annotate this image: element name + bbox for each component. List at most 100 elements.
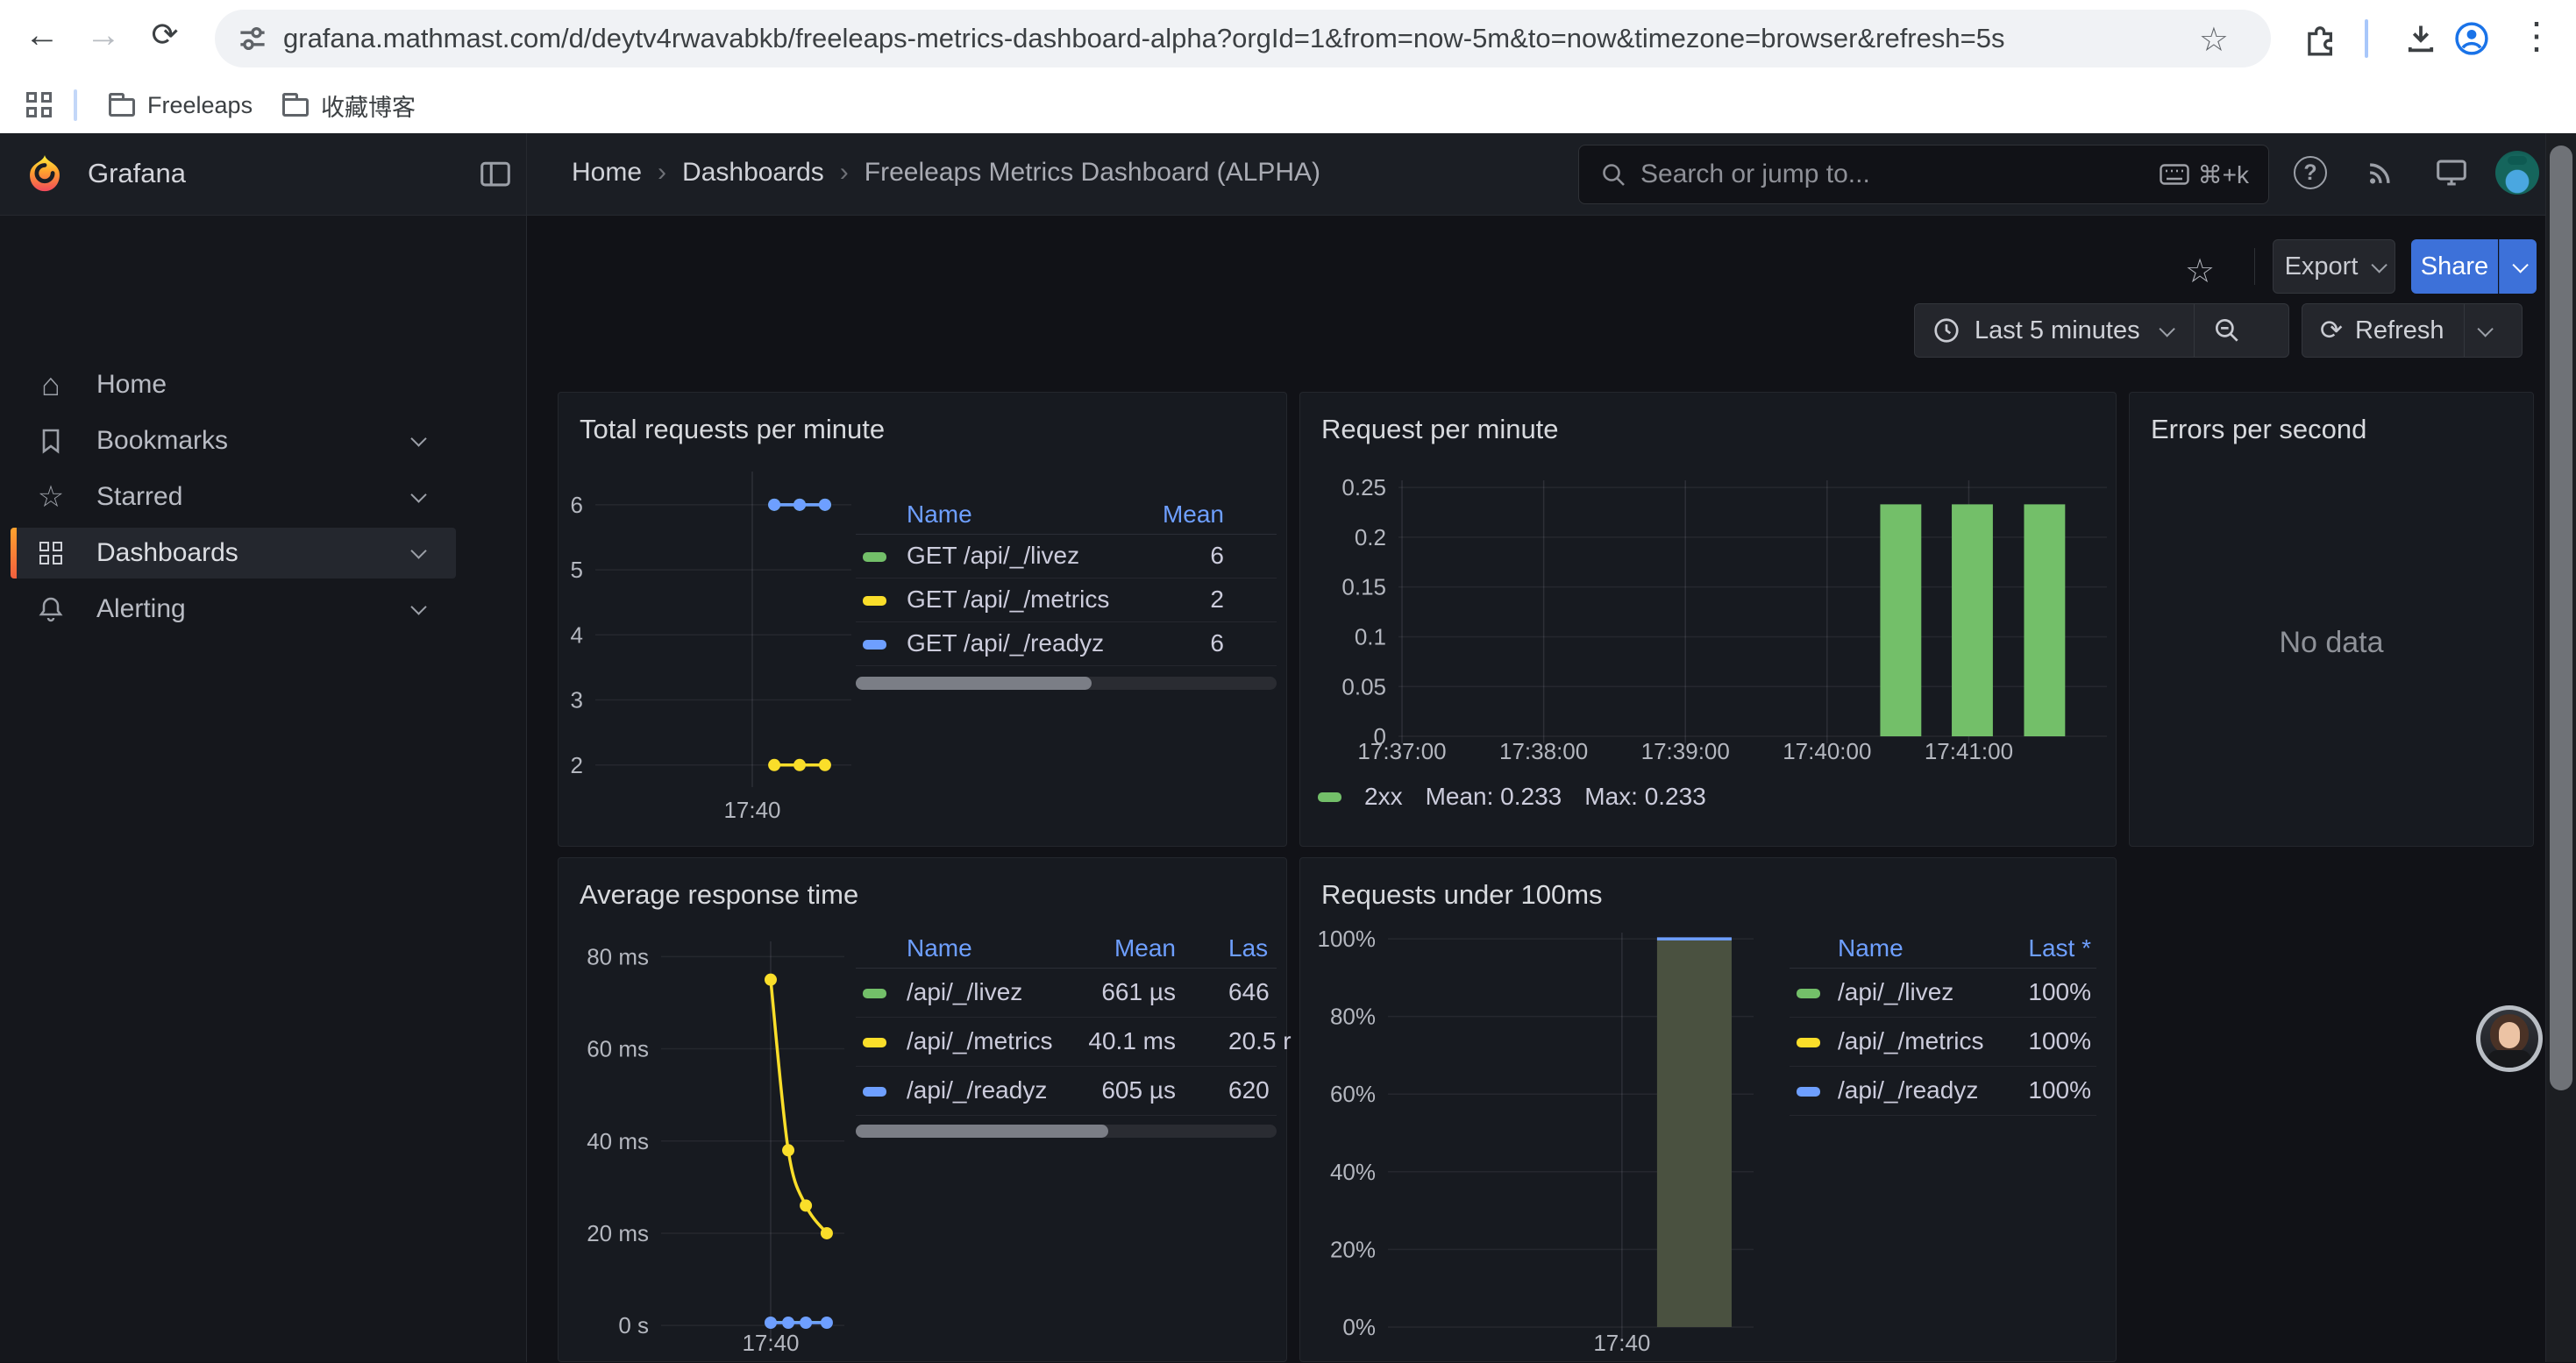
data-point[interactable] <box>819 499 831 511</box>
data-point[interactable] <box>768 499 780 511</box>
legend-row[interactable]: GET /api/_/readyz6 <box>856 622 1277 666</box>
data-point[interactable] <box>819 759 831 771</box>
downloads-icon[interactable] <box>2401 18 2441 59</box>
legend-row[interactable]: GET /api/_/livez6 <box>856 535 1277 579</box>
series-swatch[interactable] <box>863 552 886 562</box>
sidebar-item-label: Alerting <box>96 594 186 624</box>
address-bar[interactable]: grafana.mathmast.com/d/deytv4rwavabkb/fr… <box>215 10 2271 67</box>
share-dropdown-button[interactable] <box>2499 239 2537 294</box>
legend-column-header[interactable]: Mean <box>1163 500 1224 529</box>
brand-label[interactable]: Grafana <box>88 158 186 189</box>
data-point[interactable] <box>793 759 806 771</box>
browser-back-icon[interactable]: ← <box>19 16 65 55</box>
data-point[interactable] <box>800 1317 812 1329</box>
browser-reload-icon[interactable]: ⟳ <box>142 16 188 53</box>
data-point[interactable] <box>821 1227 833 1239</box>
legend-row[interactable]: /api/_/readyz605 µs620 <box>856 1067 1277 1116</box>
data-point[interactable] <box>800 1199 812 1211</box>
chevron-down-icon[interactable] <box>413 601 424 617</box>
legend-scrollbar-thumb[interactable] <box>856 677 1092 690</box>
data-point[interactable] <box>782 1317 794 1329</box>
legend-scrollbar[interactable] <box>856 677 1277 690</box>
legend-row[interactable]: /api/_/metrics100% <box>1790 1018 2096 1067</box>
legend-series-name: /api/_/livez <box>1838 978 1953 1006</box>
x-tick-label: 17:39:00 <box>1641 738 1730 764</box>
series-swatch[interactable] <box>1318 792 1341 802</box>
data-point[interactable] <box>782 1144 794 1156</box>
export-button[interactable]: Export <box>2273 239 2395 294</box>
data-point[interactable] <box>793 499 806 511</box>
data-point[interactable] <box>765 974 777 986</box>
chart-bar[interactable]: 0.250.20.150.10.05017:37:0017:38:0017:39… <box>1300 393 2117 848</box>
assistant-avatar-widget[interactable] <box>2476 1005 2543 1072</box>
sidebar-item-dashboards[interactable]: Dashboards <box>11 528 456 579</box>
series-swatch[interactable] <box>863 1038 886 1047</box>
favorite-dashboard-icon[interactable]: ☆ <box>2185 252 2215 291</box>
series-swatch[interactable] <box>863 989 886 998</box>
time-range-picker[interactable]: Last 5 minutes <box>1914 303 2289 358</box>
legend-value: 661 µs <box>1101 978 1176 1006</box>
legend-column-header[interactable]: Name <box>907 500 972 529</box>
series-swatch[interactable] <box>1797 1038 1820 1047</box>
legend-column-header[interactable]: Name <box>907 934 972 962</box>
sidebar-item-home[interactable]: ⌂Home <box>11 359 456 410</box>
bar[interactable] <box>2024 504 2065 736</box>
sidebar-item-starred[interactable]: ☆Starred <box>11 472 456 522</box>
series-swatch[interactable] <box>863 640 886 650</box>
bookmark-star-icon[interactable]: ☆ <box>2199 20 2229 60</box>
chevron-down-icon[interactable] <box>413 433 424 449</box>
legend-row[interactable]: GET /api/_/metrics2 <box>856 579 1277 622</box>
bookmark-folder-freeleaps[interactable]: Freeleaps <box>95 84 267 126</box>
chevron-down-icon[interactable] <box>413 489 424 505</box>
bar[interactable] <box>1952 504 1993 736</box>
scrollbar-thumb[interactable] <box>2550 146 2572 1090</box>
legend-inline[interactable]: 2xxMean: 0.233Max: 0.233 <box>1318 783 1706 811</box>
button-divider <box>2194 304 2195 357</box>
legend-column-header[interactable]: Las <box>1228 934 1268 962</box>
data-point[interactable] <box>768 759 780 771</box>
search-input[interactable]: Search or jump to... ⌘+k <box>1578 145 2269 204</box>
panel-title[interactable]: Errors per second <box>2151 414 2366 445</box>
legend-row[interactable]: /api/_/readyz100% <box>1790 1067 2096 1116</box>
page-scrollbar[interactable] <box>2545 133 2576 1362</box>
grafana-app: Grafana Home › Dashboards › Freeleaps Me… <box>0 133 2576 1362</box>
url-text[interactable]: grafana.mathmast.com/d/deytv4rwavabkb/fr… <box>283 23 2271 54</box>
monitor-icon[interactable] <box>2431 153 2472 193</box>
legend-row[interactable]: /api/_/livez661 µs646 <box>856 969 1277 1018</box>
legend-column-header[interactable]: Last * <box>2028 934 2091 962</box>
breadcrumb-dashboards[interactable]: Dashboards <box>682 158 824 188</box>
series-swatch[interactable] <box>863 596 886 606</box>
news-rss-icon[interactable] <box>2360 153 2401 193</box>
sidebar-item-alerting[interactable]: Alerting <box>11 584 456 635</box>
legend-row[interactable]: /api/_/livez100% <box>1790 969 2096 1018</box>
profile-icon[interactable] <box>2451 18 2492 59</box>
legend-column-header[interactable]: Name <box>1838 934 1904 962</box>
sidebar-item-bookmarks[interactable]: Bookmarks <box>11 415 456 466</box>
apps-grid-icon[interactable] <box>26 92 53 118</box>
browser-menu-icon[interactable]: ⋮ <box>2518 14 2553 57</box>
legend-row[interactable]: /api/_/metrics40.1 ms20.5 r <box>856 1018 1277 1067</box>
data-point[interactable] <box>765 1317 777 1329</box>
data-point[interactable] <box>821 1317 833 1329</box>
share-button[interactable]: Share <box>2411 239 2498 294</box>
series-swatch[interactable] <box>1797 1087 1820 1097</box>
grafana-logo[interactable] <box>25 154 65 195</box>
bookmark-folder-blogs[interactable]: 收藏博客 <box>268 84 430 126</box>
browser-forward-icon[interactable]: → <box>81 16 126 55</box>
legend-scrollbar-thumb[interactable] <box>856 1125 1108 1138</box>
dock-sidebar-icon[interactable] <box>478 156 513 191</box>
legend-scrollbar[interactable] <box>856 1125 1277 1138</box>
series-swatch[interactable] <box>863 1087 886 1097</box>
chevron-down-icon[interactable] <box>413 545 424 561</box>
refresh-button[interactable]: ⟳ Refresh <box>2302 303 2523 358</box>
bar[interactable] <box>1880 504 1921 736</box>
legend-value: 20.5 r <box>1228 1027 1292 1055</box>
user-avatar[interactable] <box>2495 151 2539 195</box>
site-settings-icon[interactable] <box>238 24 267 53</box>
extensions-icon[interactable] <box>2299 18 2339 59</box>
series-swatch[interactable] <box>1797 989 1820 998</box>
zoom-out-icon[interactable] <box>2212 316 2242 345</box>
help-icon[interactable]: ? <box>2290 153 2330 193</box>
breadcrumb-home[interactable]: Home <box>572 158 642 188</box>
legend-column-header[interactable]: Mean <box>1114 934 1176 962</box>
